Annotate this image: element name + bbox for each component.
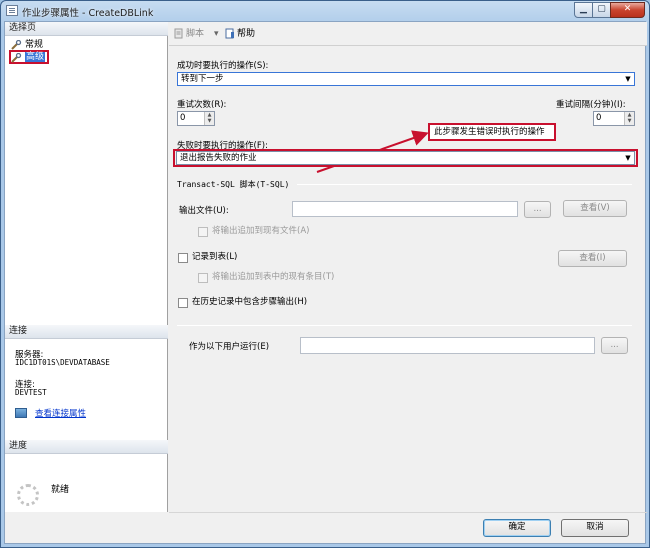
run-as-label: 作为以下用户运行(E) (189, 342, 270, 352)
include-history-label: 在历史记录中包含步骤输出(H) (192, 297, 308, 307)
on-success-select[interactable]: 转到下一步 ▼ (177, 72, 635, 86)
nav-item-advanced[interactable]: 高级 (9, 50, 50, 64)
append-output-table-label: 将输出追加到表中的现有条目(T) (212, 272, 335, 282)
log-to-table-label: 记录到表(L) (192, 252, 238, 262)
retry-attempts-label: 重试次数(R): (177, 100, 227, 110)
title-bar[interactable]: 作业步骤属性 - CreateDBLink ▁ ▢ ✕ (1, 1, 649, 21)
script-icon (174, 28, 183, 39)
left-pane: 选择页 常规 高级 连接 服务器: IDC1DT01S\DEVDATABASE … (5, 22, 168, 512)
minimize-button[interactable]: ▁ (574, 2, 593, 18)
retry-interval-value: 0 (596, 113, 602, 123)
document-icon (6, 5, 18, 16)
progress-header: 进度 (5, 440, 168, 454)
cancel-button[interactable]: 取消 (561, 519, 629, 537)
append-output-file-checkbox[interactable] (198, 227, 208, 237)
on-success-label: 成功时要执行的操作(S): (177, 61, 269, 71)
retry-attempts-value: 0 (180, 113, 186, 123)
chevron-down-icon: ▼ (625, 75, 631, 83)
tsql-section-title: Transact-SQL 脚本(T-SQL) (177, 180, 290, 189)
script-dropdown-icon[interactable]: ▾ (214, 28, 219, 40)
footer-divider (169, 512, 647, 513)
spin-down-icon[interactable]: ▼ (628, 118, 632, 124)
spin-buttons[interactable]: ▲ ▼ (624, 112, 634, 125)
progress-spinner-icon (17, 484, 39, 506)
wrench-icon (11, 40, 22, 50)
section-divider (177, 325, 632, 326)
run-as-input[interactable] (300, 337, 595, 354)
retry-interval-label: 重试间隔(分钟)(I): (556, 100, 626, 110)
chevron-down-icon: ▼ (625, 154, 631, 162)
output-file-label: 输出文件(U): (179, 206, 229, 216)
append-output-table-checkbox[interactable] (198, 273, 208, 283)
window-title: 作业步骤属性 - CreateDBLink (22, 8, 154, 19)
include-history-checkbox[interactable] (178, 298, 188, 308)
nav-item-label: 高级 (25, 52, 46, 62)
select-page-header: 选择页 (5, 22, 168, 36)
section-divider (297, 184, 632, 185)
retry-interval-stepper[interactable]: 0 ▲ ▼ (593, 111, 635, 126)
ok-button[interactable]: 确定 (483, 519, 551, 537)
dialog-client: 选择页 常规 高级 连接 服务器: IDC1DT01S\DEVDATABASE … (4, 21, 647, 544)
connection-header: 连接 (5, 325, 168, 339)
server-value: IDC1DT01S\DEVDATABASE (15, 358, 110, 367)
output-file-input[interactable] (292, 201, 518, 217)
help-button[interactable]: 帮助 (237, 28, 255, 40)
log-to-table-checkbox[interactable] (178, 253, 188, 263)
script-button[interactable]: 脚本 (186, 28, 204, 40)
append-output-file-label: 将输出追加到现有文件(A) (212, 226, 310, 236)
retry-attempts-stepper[interactable]: 0 ▲ ▼ (177, 111, 215, 126)
run-as-browse-button[interactable]: ... (601, 337, 628, 354)
view-output-file-button[interactable]: 查看(V) (563, 200, 627, 217)
help-icon (225, 28, 234, 39)
toolbar: 脚本 ▾ 帮助 (169, 22, 647, 46)
output-file-browse-button[interactable]: ... (524, 201, 551, 218)
wrench-icon (11, 53, 22, 63)
dialog-window: 作业步骤属性 - CreateDBLink ▁ ▢ ✕ 选择页 常规 高级 连接… (0, 0, 650, 548)
spin-down-icon[interactable]: ▼ (208, 118, 212, 124)
annotation-callout: 此步骤发生错误时执行的操作 (428, 123, 556, 141)
on-failure-select[interactable]: 退出报告失败的作业 ▼ (176, 151, 635, 165)
view-connection-properties-link[interactable]: 查看连接属性 (35, 407, 86, 419)
spin-buttons[interactable]: ▲ ▼ (204, 112, 214, 125)
on-failure-value: 退出报告失败的作业 (180, 153, 257, 163)
on-success-value: 转到下一步 (181, 74, 224, 84)
close-button[interactable]: ✕ (610, 2, 645, 18)
connection-properties-icon (15, 408, 27, 418)
maximize-button[interactable]: ▢ (592, 2, 611, 18)
nav-item-label: 常规 (25, 40, 44, 50)
view-table-button[interactable]: 查看(I) (558, 250, 627, 267)
connection-value: DEVTEST (15, 388, 47, 397)
progress-status: 就绪 (51, 485, 70, 495)
